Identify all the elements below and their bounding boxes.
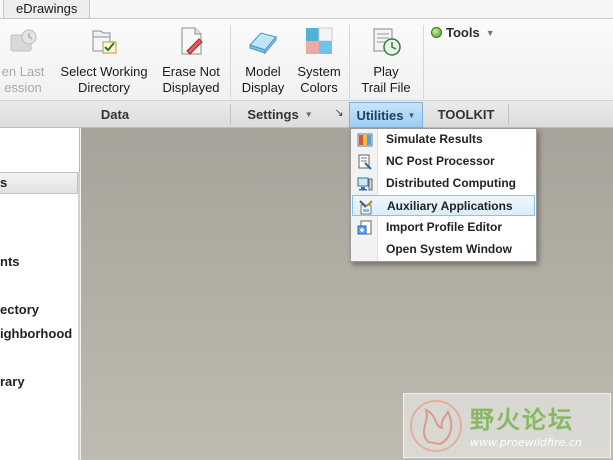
chevron-down-icon: ▼ bbox=[407, 111, 416, 120]
group-utilities-label: Utilities bbox=[356, 108, 404, 123]
open-last-session-label: en Last ession bbox=[1, 64, 45, 95]
select-working-directory-label: Select Working Directory bbox=[60, 64, 148, 95]
ribbon: en Last ession Select Working Directory … bbox=[0, 19, 613, 101]
utilities-dropdown-menu: Simulate Results NC Post Processor Distr… bbox=[350, 128, 537, 262]
menu-item-label: Auxiliary Applications bbox=[387, 199, 513, 213]
system-colors-button[interactable]: System Colors bbox=[292, 19, 346, 101]
group-settings-label: Settings bbox=[247, 107, 299, 122]
forum-watermark: 野火论坛 www.proewildfire.cn bbox=[403, 393, 611, 458]
select-working-directory-button[interactable]: Select Working Directory bbox=[54, 19, 154, 101]
group-separator bbox=[508, 104, 509, 125]
open-last-session-button[interactable]: en Last ession bbox=[0, 19, 52, 101]
ribbon-separator bbox=[349, 25, 350, 99]
erase-not-displayed-button[interactable]: Erase Not Displayed bbox=[156, 19, 226, 101]
erase-not-displayed-label: Erase Not Displayed bbox=[162, 64, 220, 95]
system-colors-icon bbox=[306, 27, 333, 54]
ribbon-separator bbox=[230, 25, 231, 99]
tab-strip: eDrawings bbox=[0, 0, 613, 19]
model-display-button[interactable]: Model Display bbox=[234, 19, 292, 101]
menu-item-label: Simulate Results bbox=[386, 132, 483, 146]
open-last-session-icon bbox=[10, 29, 37, 52]
group-toolkit-label: TOOLKIT bbox=[437, 107, 495, 122]
group-settings[interactable]: Settings ▼ bbox=[231, 101, 329, 128]
simulate-results-icon bbox=[357, 133, 373, 147]
play-trail-file-icon bbox=[373, 28, 401, 56]
system-colors-label: System Colors bbox=[297, 64, 341, 95]
menu-item-simulate-results[interactable]: Simulate Results bbox=[352, 129, 535, 150]
model-display-icon bbox=[249, 32, 277, 55]
navigator-panel: s nts ectory ighborhood rary bbox=[0, 128, 80, 460]
tools-label: Tools bbox=[446, 25, 480, 40]
menu-item-label: NC Post Processor bbox=[386, 154, 495, 168]
tab-edrawings[interactable]: eDrawings bbox=[3, 0, 91, 19]
menu-item-label: Open System Window bbox=[386, 242, 512, 256]
navigator-splitter[interactable] bbox=[78, 172, 80, 460]
menu-item-nc-post-processor[interactable]: NC Post Processor bbox=[352, 151, 535, 172]
menu-item-label: Import Profile Editor bbox=[386, 220, 503, 234]
distributed-computing-icon bbox=[357, 177, 373, 191]
navigator-header: s bbox=[0, 172, 78, 194]
play-trail-file-button[interactable]: Play Trail File bbox=[352, 19, 420, 101]
erase-doc-icon bbox=[181, 27, 203, 55]
play-trail-file-label: Play Trail File bbox=[361, 64, 411, 95]
import-profile-editor-icon bbox=[357, 220, 372, 235]
navigator-item[interactable]: rary bbox=[0, 374, 78, 389]
group-toolkit[interactable]: TOOLKIT bbox=[424, 101, 508, 128]
folder-check-icon bbox=[92, 30, 117, 54]
auxiliary-applications-icon bbox=[359, 200, 373, 215]
chevron-down-icon: ▼ bbox=[485, 28, 495, 38]
menu-item-distributed-computing[interactable]: Distributed Computing bbox=[352, 173, 535, 194]
chevron-down-icon: ▼ bbox=[304, 110, 313, 119]
group-utilities[interactable]: Utilities ▼ bbox=[349, 102, 423, 128]
green-dot-icon bbox=[431, 27, 442, 38]
ribbon-group-bar: Data Settings ▼ TOOLKIT bbox=[0, 101, 613, 128]
menu-item-auxiliary-applications[interactable]: Auxiliary Applications bbox=[352, 195, 535, 216]
menu-item-open-system-window[interactable]: Open System Window bbox=[352, 239, 535, 260]
group-data: Data bbox=[0, 101, 230, 128]
menu-item-import-profile-editor[interactable]: Import Profile Editor bbox=[352, 217, 535, 238]
navigator-item[interactable]: ighborhood bbox=[0, 326, 78, 341]
menu-item-label: Distributed Computing bbox=[386, 176, 516, 190]
nc-post-processor-icon bbox=[358, 154, 372, 170]
group-data-label: Data bbox=[100, 107, 130, 122]
ribbon-separator bbox=[423, 25, 424, 99]
navigator-item[interactable]: nts bbox=[0, 254, 78, 269]
tools-menu-button[interactable]: Tools ▼ bbox=[431, 25, 495, 45]
watermark-title: 野火论坛 bbox=[470, 406, 574, 434]
watermark-url: www.proewildfire.cn bbox=[470, 436, 582, 449]
settings-dialog-launcher-icon[interactable]: ↘ bbox=[332, 106, 346, 120]
flame-logo-icon bbox=[410, 400, 462, 452]
model-display-label: Model Display bbox=[241, 64, 285, 95]
navigator-item[interactable]: ectory bbox=[0, 302, 78, 317]
